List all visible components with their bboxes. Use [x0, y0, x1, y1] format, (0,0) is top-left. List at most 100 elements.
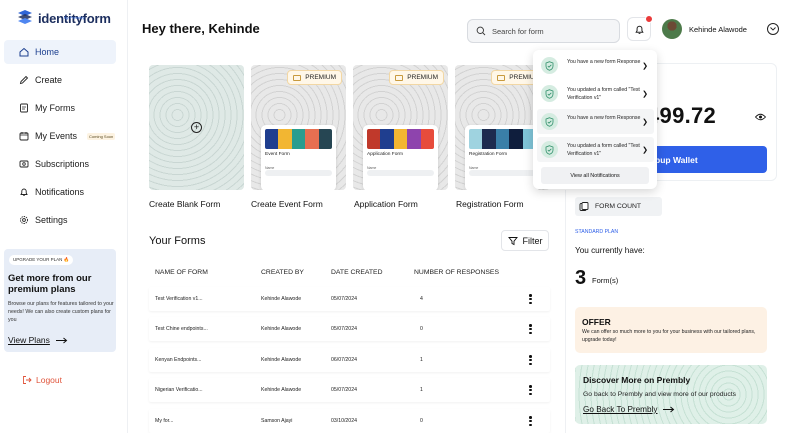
sidebar-item-label: Subscriptions	[35, 159, 90, 169]
more-options-icon[interactable]	[529, 385, 532, 395]
table-row[interactable]: Test Verification v1... Kehinde Alawode …	[149, 287, 550, 311]
column-header: NAME OF FORM	[155, 269, 208, 276]
chevron-right-icon: ❯	[642, 119, 648, 126]
column-header: CREATED BY	[261, 269, 304, 276]
promo-title: Get more from our premium plans	[8, 273, 92, 295]
template-blank[interactable]: +	[149, 65, 244, 190]
more-options-icon[interactable]	[529, 355, 532, 365]
notification-item[interactable]: You updated a form called "Test Verifica…	[537, 81, 654, 106]
wallet-balance: 499.72	[647, 103, 717, 128]
notification-item[interactable]: You updated a form called "Test Verifica…	[537, 137, 654, 162]
more-options-icon[interactable]	[529, 294, 532, 304]
pencil-icon	[19, 75, 29, 85]
form-name: Kenyan Endpoints...	[155, 357, 202, 363]
sidebar-item-label: My Events	[35, 131, 78, 141]
form-preview: Application Form Name	[363, 125, 438, 190]
chevron-right-icon: ❯	[642, 63, 648, 70]
preview-banner	[469, 129, 536, 149]
user-menu-toggle[interactable]	[767, 23, 779, 35]
sidebar-item-create[interactable]: Create	[4, 68, 116, 92]
notification-item[interactable]: You have a new form Response ❯	[537, 109, 654, 134]
date-created: 03/10/2024	[331, 418, 357, 424]
sidebar: identityform By Prembly Home Create My F…	[0, 0, 128, 433]
logout-label: Logout	[36, 375, 62, 385]
column-header: NUMBER OF RESPONSES	[414, 269, 499, 276]
search-input[interactable]	[492, 26, 612, 36]
discover-title: Discover More on Prembly	[583, 375, 691, 385]
preview-banner	[367, 129, 434, 149]
sidebar-item-label: Create	[35, 75, 63, 85]
table-row[interactable]: Kenyan Endpoints... Kehinde Alawode 06/0…	[149, 348, 550, 372]
sidebar-item-notifications[interactable]: Notifications	[4, 180, 116, 204]
sidebar-item-settings[interactable]: Settings	[4, 208, 116, 232]
column-header: DATE CREATED	[331, 269, 383, 276]
home-icon	[19, 47, 29, 57]
template-label[interactable]: Create Event Form	[251, 199, 323, 209]
notification-item[interactable]: You have a new form Response ❯	[537, 53, 654, 78]
avatar[interactable]	[662, 19, 682, 39]
bell-icon	[20, 188, 28, 196]
user-name[interactable]: Kehinde Alawode	[689, 25, 747, 34]
more-options-icon[interactable]	[529, 416, 532, 426]
arrow-right-icon	[55, 337, 68, 343]
premium-label: PREMIUM	[407, 74, 438, 81]
more-options-icon[interactable]	[529, 324, 532, 334]
preview-field	[265, 170, 332, 176]
form-name: My for...	[155, 418, 174, 424]
sidebar-item-my-forms[interactable]: My Forms	[4, 96, 116, 120]
discover-desc: Go back to Prembly and view more of our …	[583, 391, 736, 398]
document-icon	[20, 103, 28, 113]
premium-badge: PREMIUM	[287, 70, 342, 85]
premium-label: PREMIUM	[305, 74, 336, 81]
template-label[interactable]: Application Form	[354, 199, 418, 209]
filter-label: Filter	[522, 235, 543, 246]
search-icon	[476, 26, 486, 36]
notifications-button[interactable]	[627, 15, 653, 41]
arrow-right-icon	[663, 406, 675, 413]
notification-dot	[645, 15, 653, 23]
table-row[interactable]: Nigerian Verificatio... Kehinde Alawode …	[149, 378, 550, 402]
back-to-prembly-link[interactable]: Go Back To Prembly	[583, 405, 675, 414]
form-name: Test Verification v1...	[155, 296, 203, 302]
sidebar-item-my-events[interactable]: My Events Coming Soon	[4, 124, 116, 148]
coming-soon-badge: Coming Soon	[87, 132, 116, 140]
form-count-number: 3	[575, 267, 587, 289]
table-header: NAME OF FORM CREATED BY DATE CREATED NUM…	[149, 262, 549, 284]
template-label[interactable]: Create Blank Form	[149, 199, 220, 209]
template-label[interactable]: Registration Form	[456, 199, 524, 209]
current-count-label: You currently have:	[575, 246, 645, 255]
created-by: Kehinde Alawode	[261, 357, 302, 363]
responses: 0	[420, 326, 423, 332]
template-event[interactable]: PREMIUM Event Form Name	[251, 65, 346, 190]
template-application[interactable]: PREMIUM Application Form Name	[353, 65, 448, 190]
offer-title: OFFER	[582, 317, 611, 327]
notification-text: You have a new form Response	[567, 59, 641, 65]
plus-icon: +	[191, 122, 202, 133]
logo-icon	[18, 10, 32, 24]
search-bar[interactable]	[467, 19, 620, 43]
logout-button[interactable]: Logout	[22, 375, 62, 385]
preview-field	[367, 170, 434, 176]
form-count-unit: Form(s)	[592, 276, 619, 285]
filter-button[interactable]: Filter	[501, 230, 549, 251]
created-by: Kehinde Alawode	[261, 387, 302, 393]
table-row[interactable]: My for... Samson Ajayi 03/10/2024 0	[149, 409, 550, 433]
gear-icon	[20, 216, 28, 224]
sidebar-item-label: Home	[35, 47, 60, 57]
view-plans-link[interactable]: View Plans	[8, 335, 68, 345]
notifications-dropdown: You have a new form Response ❯ You updat…	[533, 50, 657, 189]
view-all-notifications-button[interactable]: View all Notifications	[541, 167, 649, 184]
premium-badge: PREMIUM	[389, 70, 444, 85]
eye-icon[interactable]	[755, 113, 766, 121]
sidebar-item-home[interactable]: Home	[4, 40, 116, 64]
subscriptions-icon	[19, 160, 29, 168]
sidebar-item-subscriptions[interactable]: Subscriptions	[4, 152, 116, 176]
calendar-icon	[19, 132, 29, 141]
table-row[interactable]: Test Chine endpoints... Kehinde Alawode …	[149, 317, 550, 341]
upgrade-promo: UPGRADE YOUR PLAN 🔥 Get more from our pr…	[4, 249, 116, 352]
responses: 1	[420, 357, 423, 363]
offer-card: OFFER We can offer so much more to you f…	[575, 307, 767, 353]
notification-text: You updated a form called "Test Verifica…	[567, 143, 640, 157]
date-created: 05/07/2024	[331, 387, 357, 393]
form-name: Nigerian Verificatio...	[155, 387, 203, 393]
